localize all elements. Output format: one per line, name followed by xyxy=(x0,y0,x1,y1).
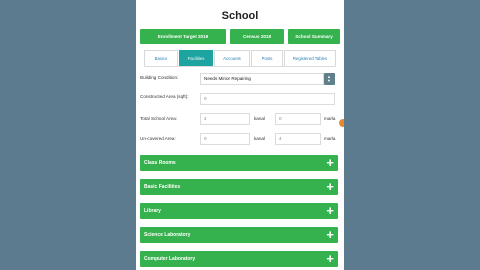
section-label: Computer Laboratory xyxy=(144,256,196,262)
plus-icon[interactable]: + xyxy=(326,251,334,267)
uncovered-area-kanal-input[interactable]: 0 xyxy=(200,133,250,145)
building-condition-label: Building Condition: xyxy=(140,75,179,80)
building-condition-select[interactable]: Needs Minor Repairing xyxy=(200,73,324,85)
section-label: Library xyxy=(144,208,161,214)
tab-bar: Basics Facilities Accounts Posts Registe… xyxy=(144,50,336,67)
marla-unit-label: marla xyxy=(324,136,336,141)
school-summary-button[interactable]: School Summary xyxy=(288,29,340,44)
marla-unit-label: marla xyxy=(324,116,336,121)
total-area-kanal-input[interactable]: 4 xyxy=(200,113,250,125)
section-computer-laboratory[interactable]: Computer Laboratory + xyxy=(140,251,338,267)
section-class-rooms[interactable]: Class Rooms + xyxy=(140,155,338,171)
tab-registered-tables[interactable]: Registered Tables xyxy=(284,50,336,66)
plus-icon[interactable]: + xyxy=(326,155,334,171)
total-area-marla-input[interactable]: 0 xyxy=(275,113,321,125)
section-basic-facilities[interactable]: Basic Facilities + xyxy=(140,179,338,195)
app-screen: School Enrollment Target 2019 Census 201… xyxy=(136,0,344,270)
tab-posts[interactable]: Posts xyxy=(251,50,283,66)
constructed-area-input[interactable]: 0 xyxy=(200,93,335,105)
enrollment-target-button[interactable]: Enrollment Target 2019 xyxy=(140,29,226,44)
uncovered-area-marla-input[interactable]: 4 xyxy=(275,133,321,145)
total-school-area-label: Total School Area: xyxy=(140,116,178,121)
census-button[interactable]: Census 2018 xyxy=(230,29,284,44)
kanal-unit-label: kanal xyxy=(254,136,265,141)
caret-down-icon: ▼ xyxy=(327,78,331,83)
plus-icon[interactable]: + xyxy=(326,179,334,195)
tab-facilities[interactable]: Facilities xyxy=(179,50,213,66)
section-library[interactable]: Library + xyxy=(140,203,338,219)
section-label: Class Rooms xyxy=(144,160,176,166)
uncovered-area-label: Un-covered Area: xyxy=(140,136,176,141)
tab-basics[interactable]: Basics xyxy=(144,50,178,66)
kanal-unit-label: kanal xyxy=(254,116,265,121)
top-button-row: Enrollment Target 2019 Census 2018 Schoo… xyxy=(140,29,340,44)
page-title: School xyxy=(221,10,259,22)
section-science-laboratory[interactable]: Science Laboratory + xyxy=(140,227,338,243)
section-label: Basic Facilities xyxy=(144,184,181,190)
plus-icon[interactable]: + xyxy=(326,203,334,219)
cursor-indicator xyxy=(339,119,344,127)
constructed-area-label: Constructed Area (sqft): xyxy=(140,94,189,99)
plus-icon[interactable]: + xyxy=(326,227,334,243)
section-label: Science Laboratory xyxy=(144,232,191,238)
tab-accounts[interactable]: Accounts xyxy=(214,50,250,66)
building-condition-dropdown-button[interactable]: ▲ ▼ xyxy=(324,73,335,85)
